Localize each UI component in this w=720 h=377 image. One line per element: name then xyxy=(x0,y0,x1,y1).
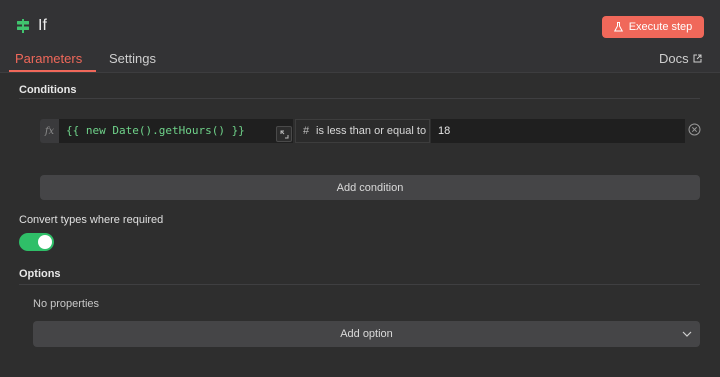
toggle-knob xyxy=(38,235,52,249)
remove-condition-icon[interactable] xyxy=(688,123,701,136)
signpost-icon xyxy=(17,19,29,33)
add-option-dropdown[interactable]: Add option xyxy=(33,321,700,347)
node-title: If xyxy=(38,17,47,34)
docs-link[interactable]: Docs xyxy=(659,51,702,66)
tab-settings[interactable]: Settings xyxy=(109,51,156,66)
no-properties-text: No properties xyxy=(33,298,100,310)
node-header: If Execute step Parameters Settings Docs xyxy=(0,0,720,73)
condition-expression-field[interactable]: {{ new Date().getHours() }} xyxy=(59,119,293,143)
add-condition-button[interactable]: Add condition xyxy=(40,175,700,200)
convert-types-toggle[interactable] xyxy=(19,233,54,251)
active-tab-indicator xyxy=(9,70,96,72)
number-type-icon: # xyxy=(302,125,310,137)
chevron-down-icon xyxy=(682,331,692,337)
convert-types-label: Convert types where required xyxy=(19,214,164,226)
open-expression-editor-button[interactable] xyxy=(276,126,292,142)
divider xyxy=(19,98,700,99)
flask-icon xyxy=(613,22,623,32)
operator-select[interactable]: # is less than or equal to xyxy=(295,119,430,143)
tab-bar: Parameters Settings xyxy=(0,46,720,73)
operator-label: is less than or equal to xyxy=(316,125,427,137)
docs-label: Docs xyxy=(659,51,689,66)
fx-badge: fx xyxy=(40,119,59,143)
options-heading: Options xyxy=(19,268,61,280)
conditions-heading: Conditions xyxy=(19,84,77,96)
tab-parameters[interactable]: Parameters xyxy=(15,51,82,66)
external-link-icon xyxy=(693,54,702,63)
expand-icon xyxy=(280,130,288,138)
execute-step-button[interactable]: Execute step xyxy=(602,16,704,38)
divider xyxy=(19,284,700,285)
execute-step-label: Execute step xyxy=(628,21,693,33)
condition-value-field[interactable]: 18 xyxy=(431,119,685,143)
